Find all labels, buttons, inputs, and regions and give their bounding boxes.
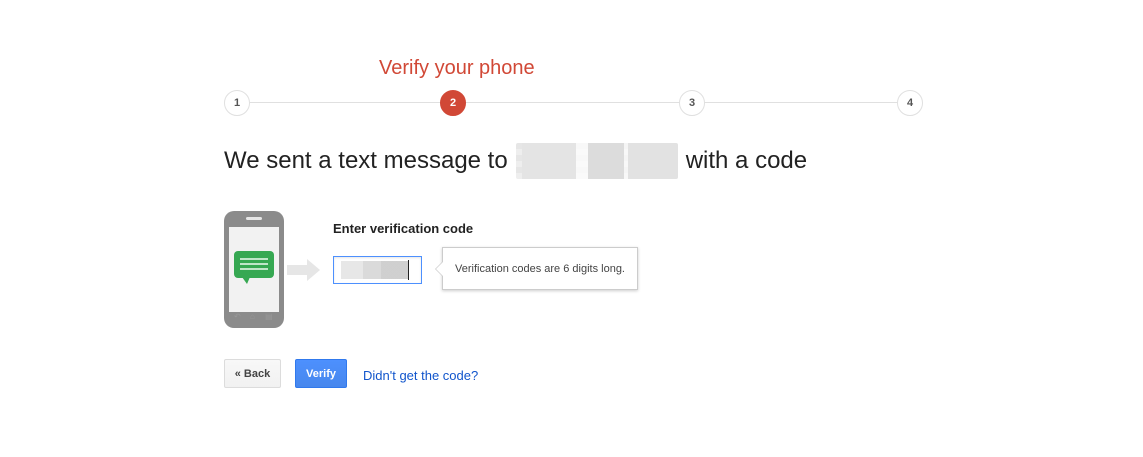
heading-suffix: with a code — [685, 147, 808, 174]
progress-line — [237, 102, 911, 103]
step-2-indicator: 2 — [440, 90, 466, 116]
right-arrow-icon — [287, 259, 320, 281]
step-title: Verify your phone — [379, 57, 535, 79]
resend-code-link[interactable]: Didn't get the code? — [363, 368, 478, 383]
recents-nav-icon: ▤ — [265, 312, 273, 321]
back-button[interactable]: « Back — [224, 359, 281, 388]
redacted-phone-number — [515, 143, 678, 179]
verification-hint-tooltip: Verification codes are 6 digits long. — [435, 247, 638, 290]
step-4-indicator: 4 — [897, 90, 923, 116]
phone-speaker — [246, 217, 262, 220]
home-nav-icon: ⌂ — [250, 312, 255, 321]
chat-bubble-icon — [234, 251, 274, 284]
verification-code-label: Enter verification code — [333, 221, 474, 236]
step-3-indicator: 3 — [679, 90, 705, 116]
phone-screen: ↶ ⌂ ▤ — [229, 227, 279, 321]
heading-prefix: We sent a text message to — [224, 147, 508, 174]
step-1-indicator: 1 — [224, 90, 250, 116]
verify-button[interactable]: Verify — [295, 359, 347, 388]
text-caret — [408, 260, 409, 280]
back-nav-icon: ↶ — [234, 312, 241, 321]
tooltip-text: Verification codes are 6 digits long. — [455, 263, 625, 275]
phone-illustration-icon: ↶ ⌂ ▤ — [224, 211, 284, 328]
page-heading: We sent a text message to with a code — [224, 143, 807, 179]
